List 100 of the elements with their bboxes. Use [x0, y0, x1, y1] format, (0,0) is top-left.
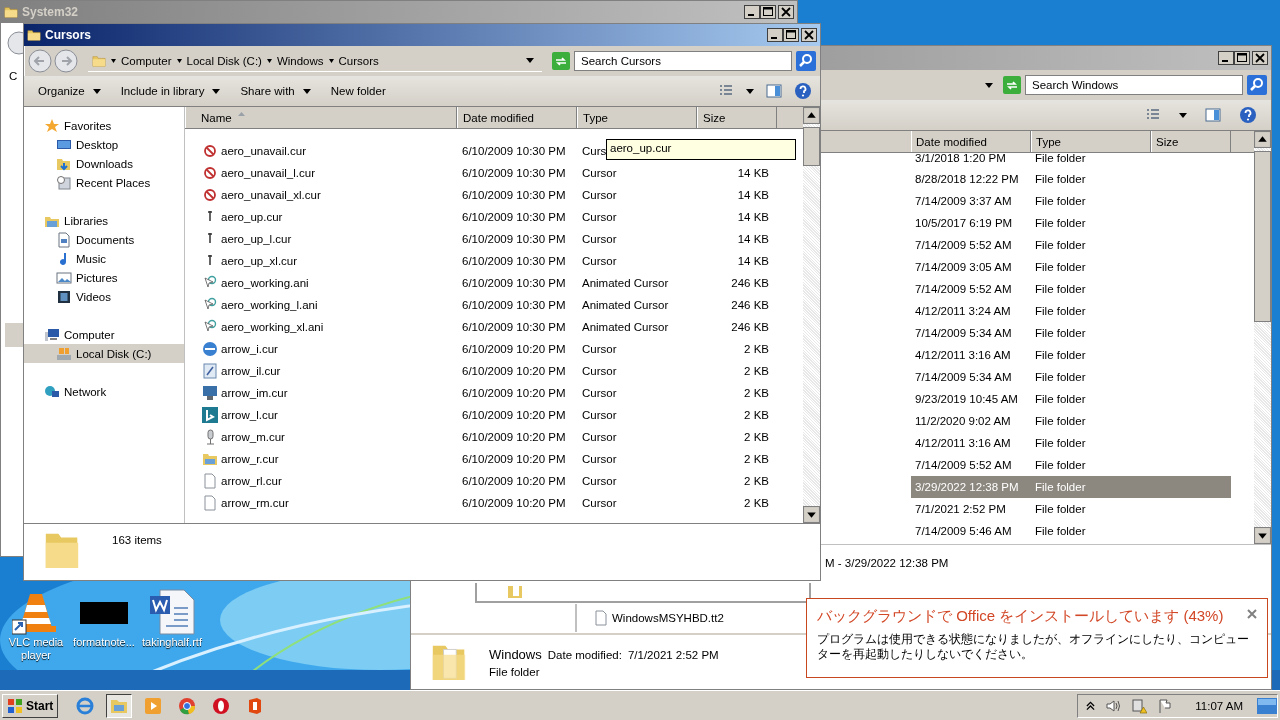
- file-row[interactable]: 9/23/2019 10:45 AM File folder: [911, 388, 1231, 410]
- file-icon: [202, 473, 218, 489]
- breadcrumb-item[interactable]: Local Disk (C:): [186, 54, 262, 67]
- nav-item[interactable]: Pictures: [24, 268, 184, 287]
- nav-item[interactable]: Music: [24, 249, 184, 268]
- toolbar-button[interactable]: Share with: [234, 83, 317, 99]
- nav-item[interactable]: Local Disk (C:): [24, 344, 184, 363]
- nav-item[interactable]: Desktop: [24, 135, 184, 154]
- caret-icon[interactable]: [212, 88, 221, 94]
- minimize-icon[interactable]: [767, 28, 783, 42]
- scroll-thumb[interactable]: [803, 127, 820, 166]
- date-cell-text: 4/12/2011 3:16 AM: [914, 349, 1012, 361]
- separator-arrow-icon[interactable]: [266, 56, 272, 65]
- caret-icon[interactable]: [302, 88, 311, 94]
- type-cell-text: File folder: [1034, 459, 1087, 471]
- monitor-icon: [202, 385, 218, 401]
- file-row[interactable]: 7/14/2009 5:34 AM File folder: [911, 322, 1231, 344]
- dropdown-caret-icon[interactable]: [746, 88, 754, 94]
- column-header[interactable]: Type: [1031, 131, 1151, 152]
- nav-item[interactable]: Documents: [24, 230, 184, 249]
- file-row[interactable]: 3/1/2018 1:20 PM File folder: [911, 153, 1231, 168]
- help-icon[interactable]: [1239, 106, 1257, 124]
- column-header[interactable]: Size: [1151, 131, 1231, 152]
- file-name: arrow_rm.cur: [221, 497, 289, 509]
- nav-item[interactable]: Libraries: [24, 211, 184, 230]
- separator-arrow-icon[interactable]: [111, 56, 116, 65]
- nav-item[interactable]: Favorites: [24, 116, 184, 135]
- column-header[interactable]: Date modified: [911, 131, 1031, 152]
- file-row[interactable]: 7/14/2009 5:52 AM File folder: [911, 234, 1231, 256]
- breadcrumb-item[interactable]: Cursors: [338, 54, 379, 67]
- file-name: arrow_im.cur: [221, 387, 288, 399]
- dropdown-caret-icon[interactable]: [985, 82, 993, 88]
- breadcrumb-item[interactable]: Windows: [276, 54, 324, 67]
- scroll-thumb[interactable]: [1254, 151, 1271, 322]
- maximize-icon[interactable]: [783, 28, 799, 42]
- column-header[interactable]: Name: [185, 107, 457, 128]
- start-button[interactable]: Start: [2, 693, 59, 718]
- flag-icon[interactable]: [1157, 697, 1174, 714]
- nav-item[interactable]: Videos: [24, 287, 184, 306]
- file-row[interactable]: 4/12/2011 3:16 AM File folder: [911, 344, 1231, 366]
- toolbar-button[interactable]: Organize: [32, 83, 107, 99]
- nav-item[interactable]: Network: [24, 382, 184, 401]
- back-button-icon[interactable]: [7, 31, 23, 55]
- file-row[interactable]: 11/2/2020 9:02 AM File folder: [911, 410, 1231, 432]
- notification-title: バックグラウンドで Office をインストールしています (43%): [817, 607, 1224, 626]
- caret-icon[interactable]: [92, 88, 101, 94]
- date-cell-text: 6/10/2009 10:20 PM: [461, 475, 567, 487]
- breadcrumb-item[interactable]: Computer: [121, 54, 172, 67]
- type-cell: Cursor: [582, 167, 617, 179]
- search-icon[interactable]: [796, 51, 816, 71]
- nav-item[interactable]: Downloads: [24, 154, 184, 173]
- file-row[interactable]: 7/14/2009 5:52 AM File folder: [911, 454, 1231, 476]
- column-header[interactable]: Size: [697, 107, 777, 128]
- scroll-down-icon[interactable]: [1254, 527, 1271, 544]
- scrollbar[interactable]: [1254, 131, 1271, 544]
- nav-item[interactable]: Recent Places: [24, 173, 184, 192]
- speaker-icon[interactable]: [1105, 697, 1122, 714]
- file-row[interactable]: 7/14/2009 3:37 AM File folder: [911, 190, 1231, 212]
- file-row[interactable]: 4/12/2011 3:24 AM File folder: [911, 300, 1231, 322]
- scroll-down-icon[interactable]: [803, 506, 820, 523]
- file-row[interactable]: 7/14/2009 5:34 AM File folder: [911, 366, 1231, 388]
- file-name: arrow_rl.cur: [221, 475, 282, 487]
- search-field[interactable]: Search Cursors: [574, 51, 792, 71]
- file-row[interactable]: 7/14/2009 5:46 AM File folder: [911, 520, 1231, 542]
- file-row[interactable]: 7/1/2021 2:52 PM File folder: [911, 498, 1231, 520]
- help-icon[interactable]: [794, 82, 812, 100]
- date-cell-text: 7/14/2009 5:52 AM: [914, 239, 1013, 251]
- scrollbar[interactable]: [803, 107, 820, 523]
- preview-pane-icon[interactable]: [1205, 107, 1221, 123]
- no-symbol-icon: [202, 187, 218, 203]
- file-row[interactable]: 7/14/2009 3:05 AM File folder: [911, 256, 1231, 278]
- search-icon[interactable]: [1247, 75, 1267, 95]
- separator-arrow-icon[interactable]: [328, 56, 334, 65]
- toolbar-button[interactable]: Include in library: [114, 83, 227, 99]
- close-icon[interactable]: [801, 28, 817, 42]
- search-field[interactable]: Search Windows: [1025, 75, 1243, 95]
- dropdown-caret-icon[interactable]: [1179, 112, 1187, 118]
- date-cell-text: 6/10/2009 10:30 PM: [461, 255, 567, 267]
- scroll-up-icon[interactable]: [803, 107, 820, 124]
- file-row[interactable]: 10/5/2017 6:19 PM File folder: [911, 212, 1231, 234]
- word-document-icon[interactable]: [148, 588, 196, 636]
- column-header[interactable]: Date modified: [457, 107, 577, 128]
- nav-item[interactable]: Computer: [24, 325, 184, 344]
- network-warning-icon[interactable]: [1131, 697, 1148, 714]
- scroll-up-icon[interactable]: [1254, 131, 1271, 148]
- file-row[interactable]: 4/12/2011 3:16 AM File folder: [911, 432, 1231, 454]
- dropdown-caret-icon[interactable]: [526, 58, 534, 63]
- clock[interactable]: 11:07 AM: [1195, 699, 1243, 712]
- preview-pane-icon[interactable]: [766, 83, 782, 99]
- file-row[interactable]: 3/29/2022 12:38 PM File folder: [911, 476, 1231, 498]
- file-row[interactable]: 8/28/2018 12:22 PM File folder: [911, 168, 1231, 190]
- toolbar-button[interactable]: New folder: [324, 83, 392, 99]
- separator-arrow-icon[interactable]: [176, 56, 182, 65]
- type-cell: Animated Cursor: [582, 277, 669, 289]
- show-hidden-icons-icon[interactable]: [1086, 700, 1096, 711]
- show-desktop-icon[interactable]: [1257, 697, 1277, 714]
- column-header[interactable]: Type: [577, 107, 697, 128]
- nav-selection[interactable]: [5, 323, 25, 347]
- file-row[interactable]: 7/14/2009 5:52 AM File folder: [911, 278, 1231, 300]
- type-cell: Animated Cursor: [582, 299, 669, 311]
